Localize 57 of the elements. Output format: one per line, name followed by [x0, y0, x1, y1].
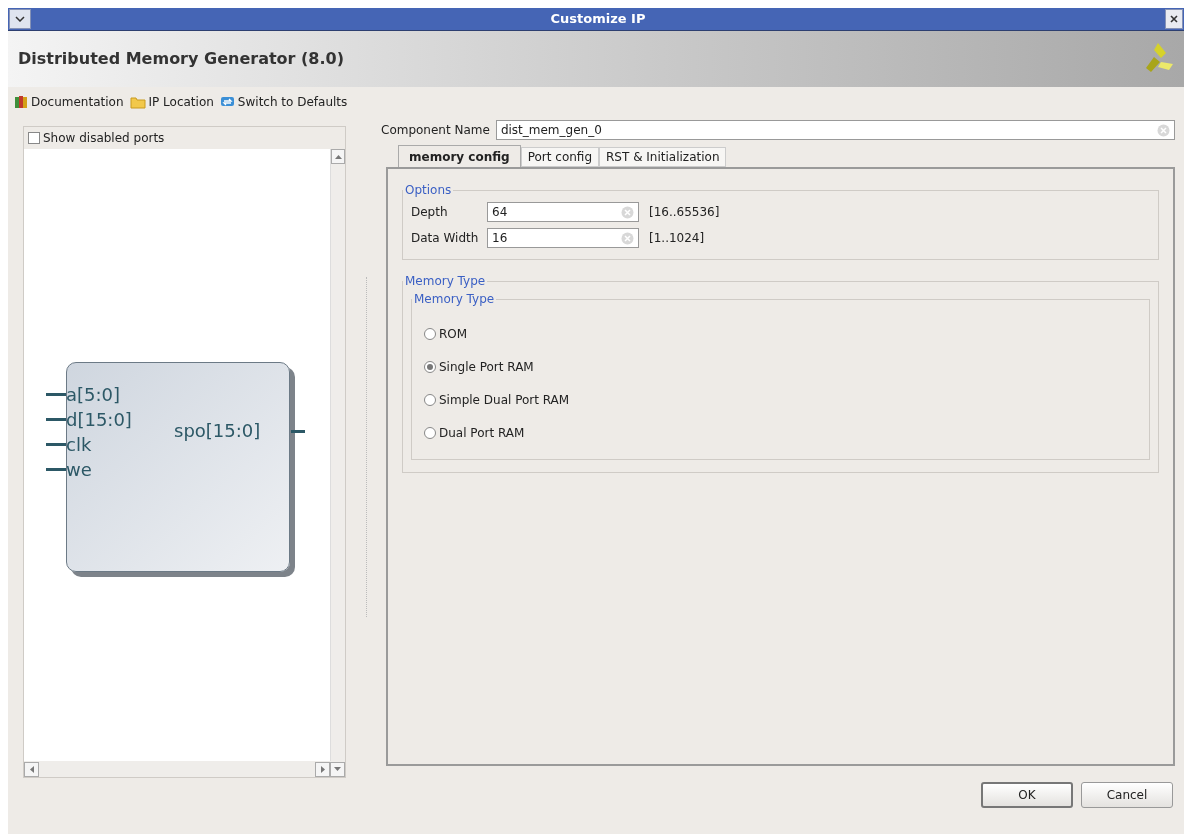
- triangle-up-icon: [334, 154, 342, 159]
- folder-icon: [129, 95, 146, 109]
- tab[interactable]: memory config: [398, 145, 521, 167]
- scroll-down-button[interactable]: [330, 761, 345, 777]
- scroll-left-button[interactable]: [24, 761, 39, 777]
- chevron-down-icon: [15, 16, 25, 22]
- port-label: a[5:0]: [66, 385, 121, 404]
- port-label: d[15:0]: [66, 410, 132, 429]
- radio-option[interactable]: ROM: [424, 324, 1137, 344]
- pin-line: [46, 393, 66, 396]
- vertical-scrollbar[interactable]: [330, 149, 345, 761]
- radio-button[interactable]: [424, 427, 436, 439]
- component-name-field[interactable]: dist_mem_gen_0: [495, 120, 1175, 140]
- radio-button[interactable]: [424, 361, 436, 373]
- close-button[interactable]: [1165, 9, 1183, 29]
- group-title: Options: [404, 182, 453, 199]
- radio-option[interactable]: Simple Dual Port RAM: [424, 390, 1137, 410]
- scroll-up-button[interactable]: [331, 149, 345, 164]
- books-icon: [14, 95, 28, 109]
- triangle-down-icon: [334, 767, 341, 771]
- port-label: clk: [66, 435, 92, 454]
- pin-line: [46, 468, 66, 471]
- number-field[interactable]: 64: [487, 202, 639, 222]
- header-title: Distributed Memory Generator (8.0): [18, 48, 344, 70]
- splitter-handle[interactable]: [365, 277, 367, 617]
- field-label: Depth: [411, 204, 449, 221]
- triangle-left-icon: [29, 765, 34, 773]
- field-label: Data Width: [411, 230, 480, 247]
- triangle-right-icon: [320, 765, 325, 773]
- dialog-button[interactable]: OK: [981, 782, 1073, 808]
- range-hint: [16..65536]: [649, 204, 720, 221]
- toolbar-button[interactable]: Documentation: [14, 93, 124, 111]
- port-label: we: [66, 460, 92, 479]
- component-name-label: Component Name: [381, 122, 490, 139]
- refresh-icon: [219, 95, 235, 109]
- group-title: Memory Type: [413, 291, 496, 308]
- number-field[interactable]: 16: [487, 228, 639, 248]
- close-icon: [1170, 15, 1178, 23]
- radio-button[interactable]: [424, 328, 436, 340]
- radio-button[interactable]: [424, 394, 436, 406]
- checkbox[interactable]: [28, 132, 40, 144]
- pin-line: [46, 418, 66, 421]
- window-menu-button[interactable]: [9, 9, 31, 29]
- radio-option[interactable]: Dual Port RAM: [424, 423, 1137, 443]
- window-title: Customize IP: [550, 10, 646, 29]
- tab[interactable]: RST & Initialization: [599, 147, 727, 167]
- group-title: Memory Type: [404, 273, 487, 290]
- dialog-button[interactable]: Cancel: [1081, 782, 1173, 808]
- horizontal-scrollbar[interactable]: [24, 761, 345, 777]
- scroll-right-button[interactable]: [315, 761, 330, 777]
- pin-line: [46, 443, 66, 446]
- radio-option[interactable]: Single Port RAM: [424, 357, 1137, 377]
- range-hint: [1..1024]: [649, 230, 705, 247]
- port-label: spo[15:0]: [174, 422, 262, 440]
- toolbar-button[interactable]: Switch to Defaults: [219, 93, 348, 111]
- toolbar-button[interactable]: IP Location: [129, 93, 214, 111]
- tab[interactable]: Port config: [520, 147, 600, 167]
